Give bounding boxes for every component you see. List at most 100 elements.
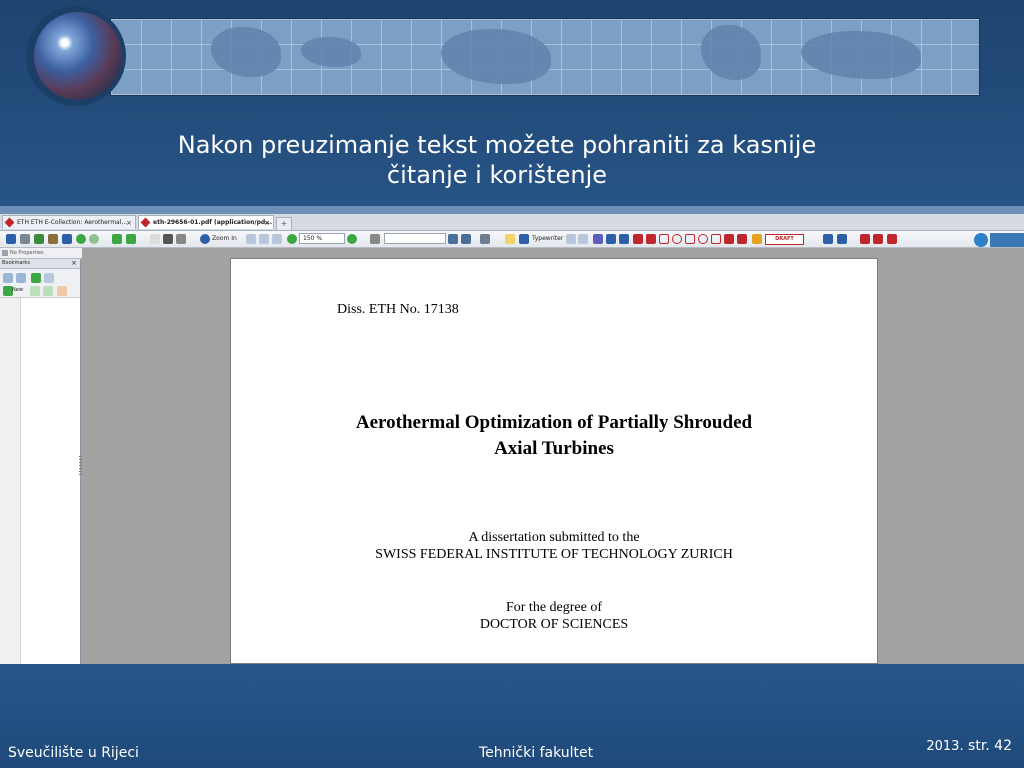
map-landmass (301, 37, 361, 67)
attach-icon[interactable] (823, 234, 833, 244)
bookmarks-toolbar: New (0, 269, 80, 298)
header-banner-world-map (110, 18, 980, 96)
bookmark-indent-icon[interactable] (30, 286, 40, 296)
map-landmass (211, 27, 281, 77)
zoom-in-label[interactable]: Zoom In (212, 234, 237, 244)
strikeout-icon[interactable] (619, 234, 629, 244)
pdf-degree-line2: DOCTOR OF SCIENCES (479, 617, 629, 632)
textbox-icon[interactable] (566, 234, 576, 244)
new-tab-button[interactable]: + (276, 217, 292, 231)
find-bookmark-icon[interactable] (31, 273, 41, 283)
info-icon[interactable] (62, 234, 72, 244)
highlight-icon[interactable] (593, 234, 603, 244)
snapshot-icon[interactable] (176, 234, 186, 244)
pdf-title-line2: Axial Turbines (494, 438, 614, 459)
eraser-icon[interactable] (737, 234, 747, 244)
tab-label: ETH ETH E-Collection: Aerothermal... (17, 219, 128, 226)
browser-screenshot: ETH ETH E-Collection: Aerothermal... × e… (0, 206, 1024, 664)
no-properties-label: No Properties (2, 248, 44, 258)
comment-icon[interactable] (505, 234, 515, 244)
save-icon[interactable] (6, 234, 16, 244)
fit-width-icon[interactable] (272, 234, 282, 244)
close-tab-icon[interactable]: × (264, 216, 270, 229)
typewriter-icon[interactable] (519, 234, 529, 244)
pdf-submission: A dissertation submitted to the SWISS FE… (231, 529, 877, 563)
pdf-tab-icon (140, 217, 151, 228)
typewriter-label[interactable]: Typewriter (532, 234, 563, 244)
zoom-out-icon[interactable] (287, 234, 297, 244)
bookmark-delete-icon[interactable] (57, 286, 67, 296)
callout-icon[interactable] (578, 234, 588, 244)
actual-size-icon[interactable] (246, 234, 256, 244)
expand-all-icon[interactable] (3, 273, 13, 283)
tab-pdf-document[interactable]: eth-29656-01.pdf (application/pd... × (138, 215, 274, 229)
properties-icon[interactable] (48, 234, 58, 244)
back-icon[interactable] (76, 234, 86, 244)
pdf-diss-number: Diss. ETH No. 17138 (337, 302, 459, 317)
underline-icon[interactable] (606, 234, 616, 244)
select-text-icon[interactable] (163, 234, 173, 244)
footer-page-number: str. 42 (968, 738, 1012, 754)
stamp-icon[interactable] (752, 234, 762, 244)
download-creation-tools-banner[interactable] (990, 233, 1024, 247)
footer-university: Sveučilište u Rijeci (8, 745, 139, 761)
stamp-select[interactable]: DRAFT (765, 234, 804, 245)
polygon-icon[interactable] (698, 234, 708, 244)
map-landmass (801, 31, 921, 79)
rotate-left-icon[interactable] (112, 234, 122, 244)
ellipse-icon[interactable] (672, 234, 682, 244)
pdf-submitted-line2: SWISS FEDERAL INSTITUTE OF TECHNOLOGY ZU… (375, 547, 733, 562)
zoom-level-select[interactable]: 150 % (299, 233, 345, 244)
forward-icon[interactable] (89, 234, 99, 244)
hand-tool-icon[interactable] (150, 234, 160, 244)
search-input[interactable] (384, 233, 446, 244)
settings-icon[interactable] (480, 234, 490, 244)
find-next-icon[interactable] (448, 234, 458, 244)
rotate-right-icon[interactable] (126, 234, 136, 244)
pencil-icon[interactable] (724, 234, 734, 244)
arrow-icon[interactable] (873, 234, 883, 244)
measure-icon[interactable] (860, 234, 870, 244)
zoom-plus-icon[interactable] (347, 234, 357, 244)
bookmarks-panel: Bookmarks × New (0, 259, 81, 664)
find-clear-icon[interactable] (44, 273, 54, 283)
pdf-tab-icon (4, 217, 15, 228)
footer-page-info: 2013. str. 42 (926, 738, 1012, 754)
bookmarks-sidebar-strip (0, 298, 21, 664)
tab-label: eth-29656-01.pdf (application/pd... (153, 219, 273, 226)
pdf-title: Aerothermal Optimization of Partially Sh… (231, 410, 877, 462)
zoom-in-icon[interactable] (200, 234, 210, 244)
tab-bar: ETH ETH E-Collection: Aerothermal... × e… (0, 214, 1024, 231)
bookmarks-title: Bookmarks (2, 260, 30, 266)
download-creation-tools-icon[interactable] (974, 233, 988, 247)
slide-title: Nakon preuzimanje tekst možete pohraniti… (100, 130, 894, 190)
globe-icon (34, 12, 122, 100)
link-icon[interactable] (837, 234, 847, 244)
window-titlebar (0, 206, 1024, 214)
new-bookmark-label[interactable]: New (12, 285, 23, 295)
area-icon[interactable] (887, 234, 897, 244)
pdf-submitted-line1: A dissertation submitted to the (468, 530, 640, 545)
bookmark-outdent-icon[interactable] (43, 286, 53, 296)
pdf-degree-line1: For the degree of (505, 600, 603, 615)
tab-eth-collection[interactable]: ETH ETH E-Collection: Aerothermal... × (2, 215, 136, 229)
slide-title-line1: Nakon preuzimanje tekst možete pohraniti… (177, 131, 817, 159)
find-prev-icon[interactable] (461, 234, 471, 244)
line-icon[interactable] (646, 234, 656, 244)
close-panel-icon[interactable]: × (71, 259, 77, 268)
collapse-all-icon[interactable] (16, 273, 26, 283)
close-tab-icon[interactable]: × (126, 216, 132, 229)
cloud-icon[interactable] (685, 234, 695, 244)
rectangle-icon[interactable] (659, 234, 669, 244)
search-icon[interactable] (370, 234, 380, 244)
print-icon[interactable] (20, 234, 30, 244)
panel-splitter-handle[interactable] (79, 456, 82, 476)
polyline-icon[interactable] (711, 234, 721, 244)
pdf-degree: For the degree of DOCTOR OF SCIENCES (231, 599, 877, 633)
fit-page-icon[interactable] (259, 234, 269, 244)
email-icon[interactable] (34, 234, 44, 244)
footer-faculty: Tehnički fakultet (479, 745, 594, 761)
map-landmass (701, 25, 761, 80)
map-landmass (441, 29, 551, 84)
pen-icon[interactable] (633, 234, 643, 244)
